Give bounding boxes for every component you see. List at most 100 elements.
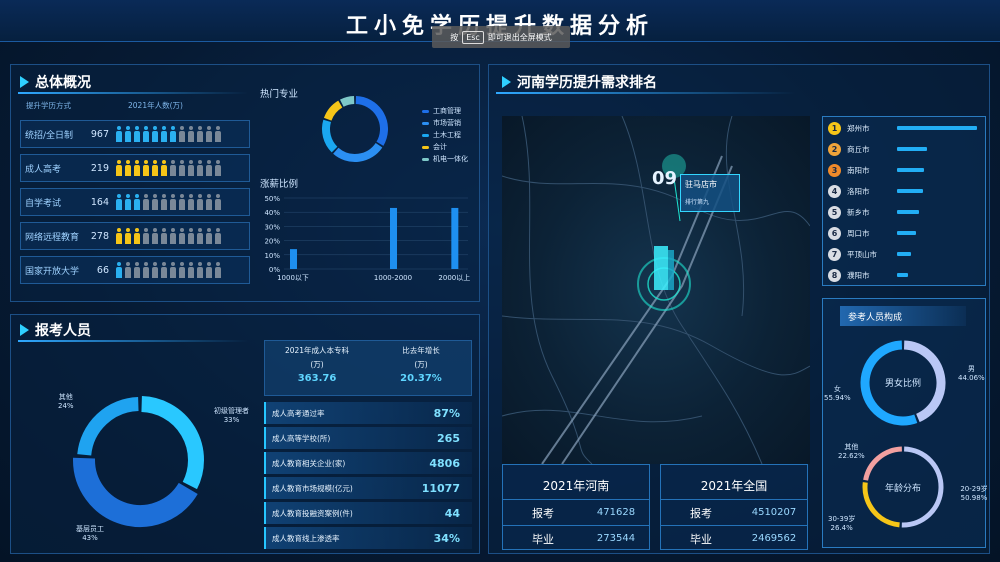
overview-title-underline: [18, 92, 248, 94]
growth-bar: [451, 207, 459, 269]
rank-city: 濮阳市: [847, 270, 870, 280]
map-callout-city: 驻马店市: [685, 180, 717, 189]
stat-value: 11077: [421, 481, 460, 495]
person-icon: [178, 262, 186, 278]
rank-bar: [897, 210, 920, 214]
ranking-row[interactable]: 5 新乡市: [828, 202, 980, 222]
y-tick-label: 50%: [264, 195, 280, 203]
national-grad-value: 2469562: [751, 533, 797, 544]
people-icons: [115, 228, 222, 244]
ranking-row[interactable]: 1 郑州市: [828, 118, 980, 138]
ranking-row[interactable]: 4 洛阳市: [828, 181, 980, 201]
henan-apply-value: 471628: [596, 507, 636, 518]
rank-badge: 8: [828, 268, 841, 282]
person-icon: [142, 160, 150, 176]
triangle-icon: [20, 76, 29, 88]
map-callout[interactable]: 驻马店市 排行第九: [680, 174, 740, 212]
overview-row: 成人高考 219: [20, 154, 250, 182]
person-icon: [178, 160, 186, 176]
stat-row: 成人教育市场规模(亿元) 11077: [264, 477, 472, 499]
dashboard: 工小免学历提升数据分析 按 Esc 即可退出全屏模式 总体概况 提升学历方式 2…: [0, 0, 1000, 562]
growth-bar-chart: 50% 40% 30% 20% 10% 0%1000以下 1000-2000 2000以上: [264, 195, 470, 282]
person-icon: [115, 228, 123, 244]
overview-row-name: 自学考试: [25, 198, 62, 209]
henan-title-underline: [496, 92, 796, 94]
stat-row: 成人高等学校(所) 265: [264, 427, 472, 449]
age-a-label: 20-29岁 50.98%: [956, 484, 992, 502]
y-tick-label: 10%: [264, 252, 280, 260]
person-icon: [133, 126, 141, 142]
person-icon: [124, 262, 132, 278]
applicants-summary: 2021年成人本专科 (万) 363.76 比去年增长 (万) 20.37%: [264, 340, 472, 396]
overview-row: 国家开放大学 66: [20, 256, 250, 284]
stat-value: 34%: [433, 531, 460, 545]
henan-map[interactable]: 09 驻马店市 排行第九: [502, 116, 810, 464]
rank-bar: [897, 231, 917, 235]
summary-h1-unit: (万): [310, 360, 324, 369]
summary-h2-unit: (万): [414, 360, 428, 369]
rank-badge: 3: [828, 163, 841, 177]
person-icon: [115, 126, 123, 142]
person-icon: [124, 126, 132, 142]
rank-badge: 1: [828, 121, 841, 135]
stat-row: 成人教育线上渗透率 34%: [264, 527, 472, 549]
ranking-row[interactable]: 3 南阳市: [828, 160, 980, 180]
other-pct: 24%: [58, 402, 74, 410]
age-b-label: 30-39岁 26.4%: [828, 514, 855, 532]
age-b-pct: 26.4%: [830, 524, 853, 532]
person-icon: [151, 160, 159, 176]
age-center-label: 年龄分布: [884, 484, 921, 494]
ranking-row[interactable]: 8 濮阳市: [828, 265, 980, 285]
stat-row: 成人高考通过率 87%: [264, 402, 472, 424]
male-text: 男: [967, 365, 975, 373]
people-icons: [115, 262, 222, 278]
person-icon: [124, 160, 132, 176]
rank-badge: 2: [828, 142, 841, 156]
person-icon: [205, 126, 213, 142]
rank-city: 周口市: [847, 228, 870, 238]
rank-bar: [897, 168, 925, 172]
legend-item: 土木工程: [422, 130, 461, 140]
person-icon: [160, 160, 168, 176]
ranking-row[interactable]: 6 周口市: [828, 223, 980, 243]
hot-major-segment: [333, 142, 383, 162]
person-icon: [205, 228, 213, 244]
esc-tip-prefix: 按: [450, 32, 459, 42]
person-icon: [115, 262, 123, 278]
ranking-row[interactable]: 7 平顶山市: [828, 244, 980, 264]
ranking-row[interactable]: 2 商丘市: [828, 139, 980, 159]
person-icon: [169, 194, 177, 210]
hot-major-donut: [322, 96, 388, 162]
person-icon: [178, 126, 186, 142]
growth-title: 涨薪比例: [260, 179, 299, 190]
person-icon: [124, 194, 132, 210]
rank-badge: 5: [828, 205, 841, 219]
age-a-text: 20-29岁: [960, 485, 988, 493]
stat-value: 44: [444, 506, 460, 520]
legend-label: 市场营销: [433, 119, 461, 127]
overview-row: 统招/全日制 967: [20, 120, 250, 148]
overview-title-text: 总体概况: [35, 75, 91, 91]
overview-title: 总体概况: [20, 72, 91, 92]
person-icon: [160, 262, 168, 278]
national-apply-key: 报考: [690, 506, 712, 520]
overview-row-name: 统招/全日制: [25, 130, 74, 141]
esc-key-badge: Esc: [462, 30, 484, 44]
people-icons: [115, 126, 222, 142]
gender-center-label: 男女比例: [884, 379, 921, 389]
applicants-donut: [73, 396, 204, 527]
esc-tip-suffix: 即可退出全屏模式: [487, 32, 552, 42]
person-icon: [151, 126, 159, 142]
stat-value: 265: [437, 431, 460, 445]
hot-major-segment: [355, 96, 388, 146]
people-icons: [115, 160, 222, 176]
growth-bar: [390, 207, 397, 269]
age-c-text: 其他: [844, 443, 859, 451]
summary-h1: 2021年成人本专科: [284, 346, 350, 355]
other-label: 其他: [58, 393, 73, 401]
person-icon: [196, 262, 204, 278]
rank-city: 平顶山市: [847, 249, 877, 259]
applicants-segment: [73, 457, 198, 527]
stat-value: 4806: [429, 456, 460, 470]
y-tick-label: 30%: [264, 223, 280, 231]
